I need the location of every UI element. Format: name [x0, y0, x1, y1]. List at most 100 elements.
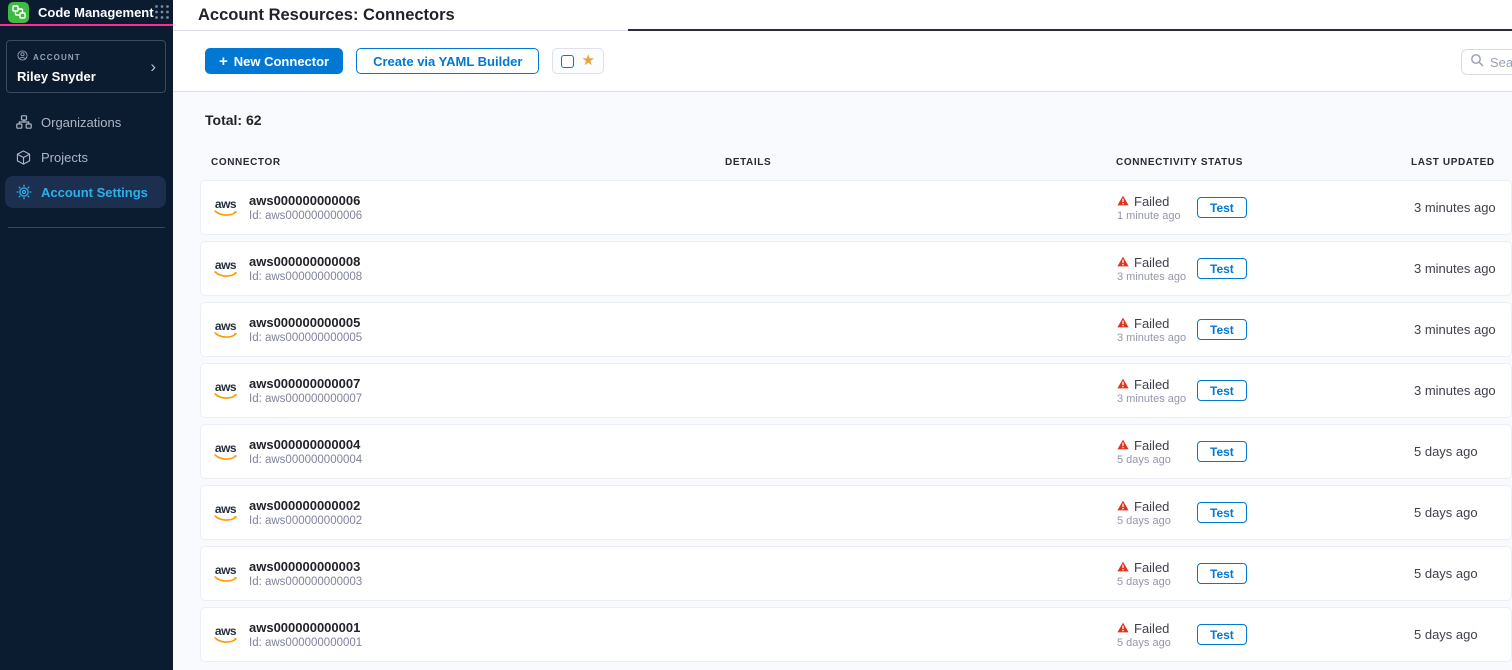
- connector-cell: aws aws000000000003 Id: aws000000000003: [212, 559, 726, 589]
- status-time: 3 minutes ago: [1117, 332, 1197, 344]
- favorites-checkbox[interactable]: [561, 55, 574, 68]
- last-updated-cell: 3 minutes ago: [1412, 322, 1511, 337]
- test-button[interactable]: Test: [1197, 380, 1247, 401]
- sidebar-item-account-settings[interactable]: Account Settings: [5, 176, 166, 208]
- aws-logo-icon: aws: [212, 565, 239, 583]
- connector-id: Id: aws000000000002: [249, 514, 362, 528]
- test-button[interactable]: Test: [1197, 258, 1247, 279]
- column-header-connector: CONNECTOR: [211, 157, 725, 168]
- connector-cell: aws aws000000000008 Id: aws000000000008: [212, 254, 726, 284]
- status-block: Failed 3 minutes ago: [1117, 255, 1197, 283]
- test-button[interactable]: Test: [1197, 624, 1247, 645]
- table-header: CONNECTOR DETAILS CONNECTIVITY STATUS LA…: [200, 157, 1512, 180]
- aws-logo-icon: aws: [212, 321, 239, 339]
- content-area: Total: 62 CONNECTOR DETAILS CONNECTIVITY…: [173, 92, 1512, 670]
- sidebar-item-projects[interactable]: Projects: [5, 141, 166, 173]
- connector-name-block: aws000000000001 Id: aws000000000001: [249, 620, 362, 650]
- connector-name: aws000000000007: [249, 376, 362, 392]
- account-label: ACCOUNT: [33, 53, 81, 62]
- search-icon: [1470, 53, 1484, 72]
- page-header: Account Resources: Connectors: [173, 0, 1512, 31]
- test-button[interactable]: Test: [1197, 502, 1247, 523]
- warning-triangle-icon: [1117, 377, 1129, 392]
- search-input[interactable]: [1490, 55, 1512, 70]
- test-button[interactable]: Test: [1197, 197, 1247, 218]
- status-time: 1 minute ago: [1117, 210, 1197, 222]
- aws-logo-icon: aws: [212, 626, 239, 644]
- status-text: Failed: [1134, 499, 1169, 514]
- star-icon: ★: [581, 53, 594, 68]
- status-text: Failed: [1134, 194, 1169, 209]
- org-chart-icon: [15, 115, 32, 129]
- new-connector-button[interactable]: + New Connector: [205, 48, 343, 74]
- status-time: 5 days ago: [1117, 576, 1197, 588]
- test-button[interactable]: Test: [1197, 441, 1247, 462]
- column-header-connectivity-status: CONNECTIVITY STATUS: [1116, 157, 1411, 168]
- sidebar: Code Management ACCOUNT Riley Snyder: [0, 0, 173, 670]
- aws-logo-icon: aws: [212, 199, 239, 217]
- sidebar-item-label: Account Settings: [41, 185, 148, 200]
- connector-id: Id: aws000000000003: [249, 575, 362, 589]
- warning-triangle-icon: [1117, 621, 1129, 636]
- connector-name-block: aws000000000004 Id: aws000000000004: [249, 437, 362, 467]
- status-time: 5 days ago: [1117, 454, 1197, 466]
- connector-name: aws000000000008: [249, 254, 362, 270]
- aws-logo-icon: aws: [212, 260, 239, 278]
- connector-name: aws000000000004: [249, 437, 362, 453]
- search-box[interactable]: [1461, 49, 1512, 75]
- connectivity-status-cell: Failed 5 days ago Test: [1117, 499, 1412, 527]
- table-row[interactable]: aws aws000000000001 Id: aws000000000001: [200, 607, 1512, 662]
- status-block: Failed 3 minutes ago: [1117, 316, 1197, 344]
- status-time: 5 days ago: [1117, 515, 1197, 527]
- connector-id: Id: aws000000000007: [249, 392, 362, 406]
- column-header-last-updated: LAST UPDATED: [1411, 157, 1512, 168]
- test-button[interactable]: Test: [1197, 563, 1247, 584]
- new-connector-label: New Connector: [234, 54, 329, 69]
- apps-grid-icon[interactable]: [154, 4, 170, 20]
- table-row[interactable]: aws aws000000000004 Id: aws000000000004: [200, 424, 1512, 479]
- test-button[interactable]: Test: [1197, 319, 1247, 340]
- table-row[interactable]: aws aws000000000002 Id: aws000000000002: [200, 485, 1512, 540]
- table-row[interactable]: aws aws000000000003 Id: aws000000000003: [200, 546, 1512, 601]
- table-row[interactable]: aws aws000000000006 Id: aws000000000006: [200, 180, 1512, 235]
- connector-cell: aws aws000000000007 Id: aws000000000007: [212, 376, 726, 406]
- last-updated-cell: 3 minutes ago: [1412, 383, 1511, 398]
- yaml-builder-label: Create via YAML Builder: [373, 54, 522, 69]
- connector-id: Id: aws000000000004: [249, 453, 362, 467]
- total-value: 62: [246, 112, 262, 128]
- table-row[interactable]: aws aws000000000007 Id: aws000000000007: [200, 363, 1512, 418]
- sidebar-item-label: Organizations: [41, 115, 121, 130]
- connector-cell: aws aws000000000006 Id: aws000000000006: [212, 193, 726, 223]
- status-block: Failed 5 days ago: [1117, 438, 1197, 466]
- favorites-filter[interactable]: ★: [552, 48, 603, 74]
- table-body: aws aws000000000006 Id: aws000000000006: [200, 180, 1512, 662]
- connector-id: Id: aws000000000001: [249, 636, 362, 650]
- connector-cell: aws aws000000000002 Id: aws000000000002: [212, 498, 726, 528]
- sidebar-item-organizations[interactable]: Organizations: [5, 106, 166, 138]
- gear-icon: [15, 184, 32, 200]
- connector-cell: aws aws000000000004 Id: aws000000000004: [212, 437, 726, 467]
- aws-logo-icon: aws: [212, 443, 239, 461]
- sidebar-nav: Organizations Projects A: [0, 106, 173, 208]
- total-label: Total:: [205, 112, 242, 128]
- aws-logo-icon: aws: [212, 382, 239, 400]
- table-row[interactable]: aws aws000000000005 Id: aws000000000005: [200, 302, 1512, 357]
- last-updated-cell: 5 days ago: [1412, 444, 1511, 459]
- account-selector[interactable]: ACCOUNT Riley Snyder ›: [6, 40, 166, 93]
- total-count: Total: 62: [205, 112, 1512, 128]
- warning-triangle-icon: [1117, 499, 1129, 514]
- connector-name: aws000000000005: [249, 315, 362, 331]
- table-row[interactable]: aws aws000000000008 Id: aws000000000008: [200, 241, 1512, 296]
- create-yaml-builder-button[interactable]: Create via YAML Builder: [356, 48, 539, 74]
- connector-id: Id: aws000000000006: [249, 209, 362, 223]
- last-updated-cell: 5 days ago: [1412, 566, 1511, 581]
- connector-name-block: aws000000000003 Id: aws000000000003: [249, 559, 362, 589]
- status-text: Failed: [1134, 377, 1169, 392]
- warning-triangle-icon: [1117, 194, 1129, 209]
- status-block: Failed 5 days ago: [1117, 499, 1197, 527]
- connector-name: aws000000000002: [249, 498, 362, 514]
- module-accent-rule: [0, 24, 173, 26]
- module-header: Code Management: [0, 0, 173, 24]
- status-text: Failed: [1134, 560, 1169, 575]
- connectivity-status-cell: Failed 5 days ago Test: [1117, 560, 1412, 588]
